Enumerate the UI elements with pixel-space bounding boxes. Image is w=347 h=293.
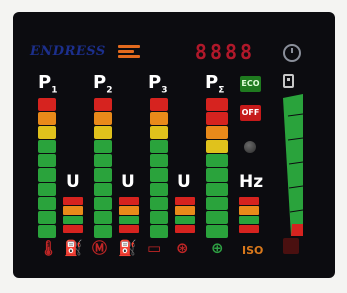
brand-logo-icon	[118, 45, 140, 60]
p3-label: P3	[148, 74, 167, 100]
p2-label: P2	[93, 74, 112, 100]
engine-icon: Ⓜ	[92, 239, 108, 257]
u3-voltage-indicator	[175, 197, 195, 233]
oil-can-icon: ⛽	[64, 239, 83, 257]
off-indicator[interactable]: OFF	[240, 105, 261, 121]
p2-sub: 2	[106, 85, 113, 96]
earth-icon: ⊕	[211, 239, 224, 257]
u3-label: U	[177, 172, 191, 192]
p3-sub: 3	[161, 85, 168, 96]
fuel-level-bar	[283, 94, 304, 236]
digital-counter: 8888	[194, 40, 256, 64]
alternator-icon: ⊛	[176, 239, 189, 257]
clock-icon	[283, 44, 301, 62]
p-sum-power-bar	[206, 98, 228, 238]
temperature-icon: 🌡	[39, 239, 59, 257]
p1-letter: P	[38, 72, 52, 93]
hz-frequency-indicator	[239, 197, 259, 233]
p1-sub: 1	[51, 85, 58, 96]
iso-icon: ISO	[242, 244, 264, 257]
alarm-indicator	[283, 238, 299, 254]
hz-label: Hz	[239, 172, 264, 192]
fuel-pump-icon: ⛽	[118, 239, 137, 257]
p4-sub: Σ	[218, 85, 225, 96]
p2-power-bar	[94, 98, 112, 238]
u1-label: U	[66, 172, 80, 192]
p2-letter: P	[93, 72, 107, 93]
eco-indicator[interactable]: ECO	[240, 76, 261, 92]
brand-logo-text: ENDRESS	[30, 44, 106, 59]
p3-letter: P	[148, 72, 162, 93]
p1-label: P1	[38, 74, 57, 100]
u2-voltage-indicator	[119, 197, 139, 233]
p4-letter: P	[205, 72, 219, 93]
p3-power-bar	[150, 98, 168, 238]
p1-power-bar	[38, 98, 56, 238]
fuel-icon	[283, 74, 294, 88]
battery-icon: ▭	[147, 239, 162, 257]
u1-voltage-indicator	[63, 197, 83, 233]
p4-label: PΣ	[205, 74, 224, 100]
status-led	[244, 141, 256, 153]
u2-label: U	[121, 172, 135, 192]
